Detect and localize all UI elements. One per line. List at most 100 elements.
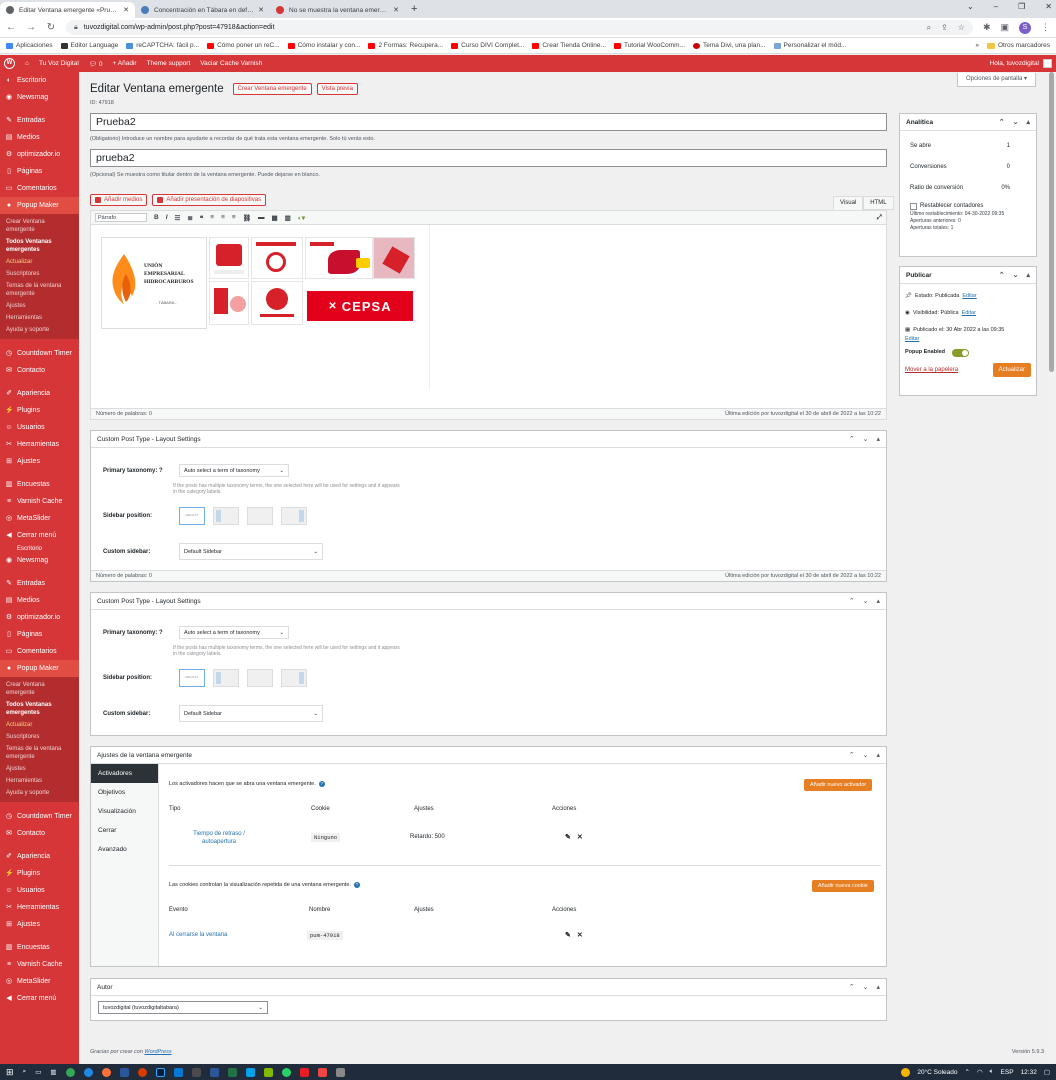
- submenu-item[interactable]: Ayuda y soporte: [0, 787, 79, 799]
- chevron-down-icon[interactable]: ⌄: [863, 597, 869, 605]
- sidebar-right-option[interactable]: [281, 669, 307, 687]
- sidebar-item-herramientas[interactable]: ✂ Herramientas: [0, 899, 79, 916]
- numbered-list-icon[interactable]: ≣: [187, 214, 192, 222]
- site-name-link[interactable]: Tu Voz Digital: [39, 60, 79, 67]
- move-to-trash-link[interactable]: Mover a la papelera: [905, 367, 958, 373]
- home-icon[interactable]: ⌂: [25, 60, 29, 67]
- bookmark-item[interactable]: reCAPTCHA: fácil p...: [126, 42, 199, 49]
- task-view-icon[interactable]: ▭: [35, 1068, 41, 1076]
- sidebar-left-option[interactable]: [213, 507, 239, 525]
- lock-icon[interactable]: 🔒︎: [74, 24, 78, 32]
- cookie-event-link[interactable]: Al cerrarse la ventana: [169, 932, 227, 938]
- zoom-icon[interactable]: ⌕: [927, 23, 931, 33]
- sidebar-item-medios[interactable]: ▤ Medios: [0, 592, 79, 609]
- maximize-icon[interactable]: ❐: [1018, 2, 1025, 11]
- notifications-icon[interactable]: ▢: [1044, 1068, 1050, 1076]
- chevron-down-icon[interactable]: ⌄: [967, 2, 974, 11]
- submenu-item[interactable]: Ayuda y soporte: [0, 324, 79, 336]
- app-icon[interactable]: [335, 1067, 345, 1077]
- submenu-item-current[interactable]: Todos Ventanas emergentes: [0, 699, 79, 719]
- sidebar-collapse[interactable]: ◀ Cerrar menú: [0, 527, 79, 544]
- bookmark-item[interactable]: Editor Language: [60, 42, 118, 49]
- sidebar-item-comentarios[interactable]: ▭ Comentarios: [0, 180, 79, 197]
- tray-chevron-icon[interactable]: ⌃: [965, 1068, 970, 1076]
- custom-sidebar-select[interactable]: Default Sidebar ⌄: [179, 705, 323, 722]
- sidebar-item-paginas[interactable]: ▯ Páginas: [0, 626, 79, 643]
- close-tab-icon[interactable]: ✕: [393, 6, 399, 14]
- url-input[interactable]: 🔒︎ tuvozdigital.com/wp-admin/post.php?po…: [66, 20, 973, 35]
- bookmark-item[interactable]: Cómo poner un reC...: [207, 42, 280, 49]
- wordpress-link[interactable]: WordPress: [144, 1049, 171, 1055]
- popup-title-input[interactable]: prueba2: [90, 149, 887, 167]
- sidebar-left-option[interactable]: [213, 669, 239, 687]
- add-new-link[interactable]: + Añadir: [113, 60, 137, 67]
- more-bookmarks-button[interactable]: »: [975, 42, 979, 49]
- sidebar-item-metaslider[interactable]: ◎ MetaSlider: [0, 973, 79, 990]
- app-icon[interactable]: [245, 1067, 255, 1077]
- tab-visual[interactable]: Visual: [833, 196, 864, 210]
- bookmark-item[interactable]: 2 Formas: Recupera...: [368, 42, 443, 49]
- sidebar-item-newsmag[interactable]: ◉ Newsmag: [0, 552, 79, 569]
- tab-objetivos[interactable]: Objetivos: [91, 783, 158, 802]
- sidebar-item-varnish[interactable]: ≡ Varnish Cache: [0, 493, 79, 510]
- chevron-down-icon[interactable]: ⌄: [863, 983, 869, 991]
- reset-counters-checkbox[interactable]: [910, 203, 917, 210]
- format-select[interactable]: Párrafo: [95, 213, 147, 222]
- app-icon[interactable]: [191, 1067, 201, 1077]
- edit-pencil-icon[interactable]: ✎: [565, 833, 571, 841]
- quote-icon[interactable]: ❝: [200, 214, 204, 222]
- photoshop-icon[interactable]: [155, 1067, 165, 1077]
- sidebar-item-ajustes[interactable]: ⊞ Ajustes: [0, 916, 79, 933]
- sidebar-item-encuestas[interactable]: ▥ Encuestas: [0, 476, 79, 493]
- tab-visualizacion[interactable]: Visualización: [91, 802, 158, 821]
- submenu-item[interactable]: Temas de la ventana emergente: [0, 280, 79, 300]
- sidebar-collapse[interactable]: ◀ Cerrar menú: [0, 990, 79, 1007]
- submenu-item[interactable]: Ajustes: [0, 300, 79, 312]
- submenu-item-upgrade[interactable]: Actualizar: [0, 256, 79, 268]
- help-icon[interactable]: ?: [318, 781, 325, 787]
- browser-tab-active[interactable]: Editar Ventana emergente «Prue… ✕: [0, 2, 135, 18]
- sidebar-item-optimizador[interactable]: ⚙ optimizador.io: [0, 146, 79, 163]
- toggle-panel-icon[interactable]: ▴: [876, 983, 880, 991]
- sidepanel-icon[interactable]: ▣: [1000, 22, 1009, 33]
- fullscreen-icon[interactable]: ⤢: [877, 214, 882, 222]
- whatsapp-icon[interactable]: [281, 1067, 291, 1077]
- weather-text[interactable]: 20°C Soleado: [917, 1069, 957, 1076]
- create-popup-button[interactable]: Crear Ventana emergente: [232, 83, 312, 95]
- bookmark-item[interactable]: Cómo instalar y con...: [287, 42, 360, 49]
- bullet-list-icon[interactable]: ☰: [175, 214, 181, 222]
- submenu-item[interactable]: Suscriptores: [0, 731, 79, 743]
- search-icon[interactable]: ⌕: [23, 1068, 27, 1076]
- firefox-icon[interactable]: [101, 1067, 111, 1077]
- toggle-panel-icon[interactable]: ▴: [876, 435, 880, 443]
- chevron-down-icon[interactable]: ⌄: [1013, 118, 1019, 126]
- profile-avatar[interactable]: S: [1019, 21, 1031, 34]
- excel-icon[interactable]: [227, 1067, 237, 1077]
- minimize-icon[interactable]: –: [994, 2, 998, 11]
- share-icon[interactable]: ⇪: [941, 23, 948, 33]
- align-center-icon[interactable]: ≡: [221, 214, 225, 221]
- submenu-item[interactable]: Temas de la ventana emergente: [0, 743, 79, 763]
- sidebar-item-contacto[interactable]: ✉ Contacto: [0, 362, 79, 379]
- sidebar-item-entradas[interactable]: ✎ Entradas: [0, 575, 79, 592]
- sidebar-default-option[interactable]: DEFAULT: [179, 669, 205, 687]
- primary-taxonomy-select[interactable]: Auto select a term of taxonomy ⌄: [179, 464, 289, 477]
- tab-html[interactable]: HTML: [863, 196, 894, 210]
- delete-x-icon[interactable]: ✕: [577, 931, 583, 939]
- align-left-icon[interactable]: ≡: [210, 214, 214, 221]
- app-icon[interactable]: [263, 1067, 273, 1077]
- sidebar-item-escritorio-partial[interactable]: Escritorio: [0, 544, 79, 552]
- reload-icon[interactable]: ↻: [46, 22, 56, 33]
- sidebar-item-escritorio[interactable]: ◐ Escritorio: [0, 72, 79, 89]
- add-cookie-button[interactable]: Añadir nueva cookie: [812, 880, 874, 892]
- file-explorer-icon[interactable]: ▥: [50, 1068, 56, 1076]
- sidebar-item-plugins[interactable]: ⚡ Plugins: [0, 402, 79, 419]
- trigger-type-link[interactable]: Tiempo de retraso / autoapertura: [179, 830, 259, 846]
- varnish-purge-link[interactable]: Vaciar Cache Varnish: [200, 60, 262, 67]
- editor-body[interactable]: UNIÓN EMPRESARIAL HIDROCARBUROS - TÁBARA…: [91, 225, 886, 401]
- other-bookmarks-folder[interactable]: Otros marcadores: [986, 42, 1050, 49]
- screen-options-button[interactable]: Opciones de pantalla ▾: [956, 73, 1036, 87]
- chevron-up-icon[interactable]: ⌃: [849, 435, 855, 443]
- add-media-button[interactable]: Añadir medios: [90, 194, 148, 206]
- toggle-panel-icon[interactable]: ▴: [1026, 118, 1030, 126]
